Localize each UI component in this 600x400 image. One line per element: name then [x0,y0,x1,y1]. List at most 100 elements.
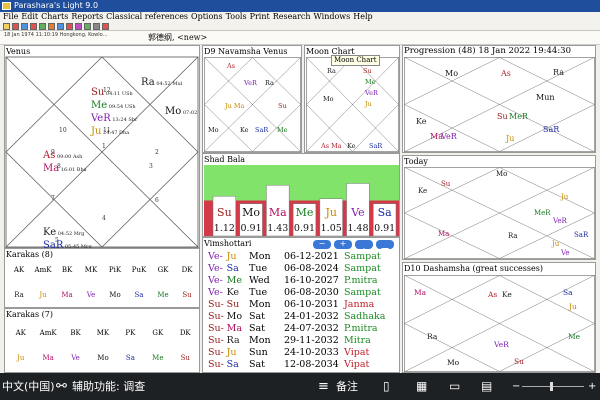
planet-label: Su [497,112,508,121]
toolbar-button-icon[interactable] [21,23,28,30]
karaka-header: AmK [34,266,52,274]
app-icon [2,2,11,10]
bhukti-lord: Ma [226,323,242,334]
toolbar-button-icon[interactable] [48,23,55,30]
planet-label: Sa [563,288,573,297]
karakas7-value-row: Ju Ma Ve Mo Sa Me Su [7,354,199,362]
toolbar-button-icon[interactable] [57,23,64,30]
menu-item[interactable]: Help [353,12,372,21]
planet-label: Ke [416,117,427,126]
menu-item[interactable]: File [3,12,18,21]
title-bar: Parashara's Light 9.0 [0,0,600,12]
bhukti-lord: Ju [226,347,237,358]
navamsha-chart-panel[interactable]: D9 Navamsha Venus As VeR Ra Ju Ma Su Mo Ke SaR M… [202,45,302,153]
toolbar-button-icon[interactable] [75,23,82,30]
menu-item[interactable]: Windows [314,12,351,21]
zoom-in-icon[interactable]: + [588,373,596,400]
house-number: 6 [155,197,159,204]
planet-degree: 07:02 [181,110,198,116]
karaka-header: PuK [131,266,147,274]
toolbar-button-icon[interactable] [102,23,109,30]
level-down-button[interactable] [376,240,394,253]
reading-view-icon[interactable]: ▭ [449,373,460,400]
menu-item[interactable]: Classical references [106,12,188,21]
karaka-header: AK [13,266,25,274]
slide-sorter-icon[interactable]: ▦ [416,373,427,400]
planet-label: Su [441,180,451,188]
toolbar-button-icon[interactable] [84,23,91,30]
dasha-lord: Ve- [208,275,223,286]
zoom-out-icon[interactable]: − [512,373,520,400]
karaka-value: Su [180,354,190,362]
shadbala-value-label: 0.91 [294,223,315,234]
planet-label: Ra [553,68,564,77]
progression-chart-panel[interactable]: Progression (48) 18 Jan 2022 19:44:30 Mo… [402,45,596,153]
menu-item[interactable]: Research [273,12,311,21]
d10-chart-panel[interactable]: D10 Dashamsha (great successes) Ma As Ke Sa… [402,262,596,373]
next-button[interactable]: + [334,240,352,249]
dasha-tara: Sadhaka [344,311,386,322]
level-up-button[interactable] [355,240,373,253]
planet-label: VeR [441,132,457,141]
zoom-slider-thumb[interactable] [550,382,553,391]
notes-button[interactable]: 备注 [336,373,358,400]
birth-info-line: 18 Jan 1974 11:10:19 Hongkong, Kowlo... [0,31,600,45]
karaka-header: PK [125,329,136,337]
shadbala-value-label: 0.91 [240,223,261,234]
shadbala-planet-label: Sa [378,206,393,219]
menu-item[interactable]: Reports [71,12,103,21]
menu-item[interactable]: Print [250,12,270,21]
accessibility-icon[interactable]: ⚯ [56,373,67,400]
panel-title: D10 Dashamsha (great successes) [404,264,543,273]
karaka-value: Me [152,354,164,362]
toolbar-button-icon[interactable] [12,23,19,30]
menu-item[interactable]: Edit [21,12,38,21]
dasha-day: Mon [249,335,271,346]
planet-label: VeR [494,340,509,349]
panel-title: D9 Navamsha Venus [204,47,288,56]
shadbala-value-label: 1.12 [214,223,235,234]
menu-item[interactable]: Charts [41,12,68,21]
dasha-tara: Vipat [344,347,370,358]
karakas7-panel[interactable]: Karakas (7) AK AmK BK MK PK GK DK Ju Ma Ve Mo Sa Me… [4,308,200,373]
dasha-date: 29-11-2032 [284,335,339,346]
slideshow-icon[interactable]: ▤ [481,373,492,400]
prev-button[interactable]: − [313,240,331,249]
house-number: 7 [51,195,55,202]
planet-label: As [227,62,236,70]
toolbar-button-icon[interactable] [30,23,37,30]
shadbala-panel[interactable]: Shad Bala Su 1.12 Mo 0.91 Ma 1.43 Me 0.91 Ju 1.05… [202,153,400,237]
karaka-value: Ju [17,354,25,362]
planet-label: Ju [91,126,102,137]
vimshottari-panel[interactable]: Vimshottari − + Ve- Ju Mon 06-12-2021 Sampat… [202,237,400,373]
dasha-tara: P.mitra [344,275,378,286]
planet-label: Su [514,357,524,366]
dasha-date: 06-10-2031 [284,299,339,310]
dasha-lord: Su- [208,335,224,346]
panel-title: Karakas (7) [6,310,53,319]
panel-title: Karakas (8) [6,250,53,259]
moon-chart-panel[interactable]: Moon Chart Moon Chart Ra Su Me VeR Ju Mo As Ma… [304,45,400,153]
dasha-tara: Sampat [344,263,381,274]
planet-label: Ve [561,249,570,257]
menu-item[interactable]: Tools [226,12,247,21]
venus-chart-panel[interactable]: Venus Ra 04:52 Mul Su 04:11 USh Me 09:54 U… [4,45,200,251]
karakas8-panel[interactable]: Karakas (8) AK AmK BK MK PiK PuK GK DK Ra Ju Ma Ve… [4,248,200,308]
accessibility-status[interactable]: 辅助功能: 调查 [72,373,145,400]
normal-view-icon[interactable]: ▯ [383,373,390,400]
shadbala-planet-label: Ju [324,206,337,219]
person-name[interactable]: 郭德纲, <new> [148,31,207,44]
zoom-slider[interactable] [522,386,584,387]
planet-label: Ju [365,100,372,108]
toolbar-button-icon[interactable] [3,23,10,30]
toolbar-button-icon[interactable] [66,23,73,30]
menu-item[interactable]: Options [191,12,223,21]
bhukti-lord: Ju [226,251,237,262]
dasha-lord: Su- [208,311,224,322]
shadbala-planet-label: Mo [242,206,260,219]
notes-icon[interactable]: ≡ [318,373,329,400]
ime-indicator[interactable]: 中文(中国) [2,373,55,400]
toolbar-button-icon[interactable] [93,23,100,30]
toolbar-button-icon[interactable] [39,23,46,30]
today-chart-panel[interactable]: Today Mo Ke Su Ju VeR MeR SaR Ma Ra Ju Ve [402,155,596,260]
